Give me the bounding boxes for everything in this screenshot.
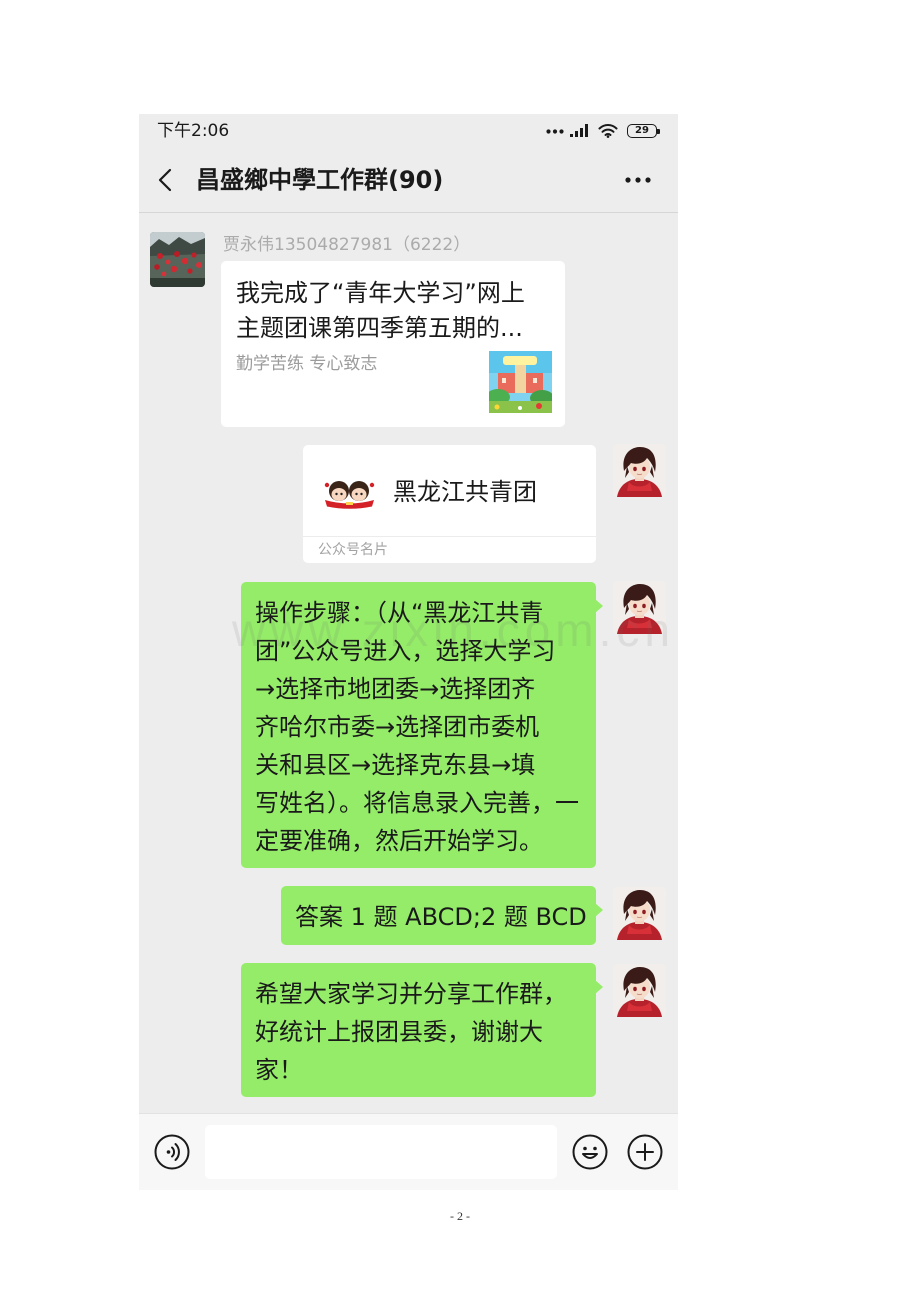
official-account-card[interactable]: 黑龙江共青团 公众号名片 — [303, 445, 596, 563]
message-line: →选择市地团委→选择团齐 — [255, 675, 536, 703]
chat-title: 昌盛鄉中學工作群(90) — [196, 166, 444, 194]
message-bubble[interactable]: 答案 1 题 ABCD;2 题 BCD — [281, 886, 603, 945]
message-composer — [139, 1113, 678, 1190]
status-time: 下午2:06 — [157, 121, 230, 141]
wechat-screenshot: 下午2:06 29 昌盛鄉中學工作群(90) 贾永伟13504827981（62… — [139, 114, 678, 1190]
link-thumbnail — [489, 351, 552, 413]
bubble-tail — [595, 903, 603, 917]
message-input[interactable] — [205, 1125, 557, 1179]
message-line: 操作步骤：（从“黑龙江共青 — [255, 599, 544, 627]
account-name: 黑龙江共青团 — [393, 478, 537, 506]
battery-icon: 29 — [627, 124, 657, 138]
status-bar: 下午2:06 29 — [139, 114, 678, 148]
my-avatar[interactable] — [613, 581, 666, 634]
my-avatar[interactable] — [613, 887, 666, 940]
wifi-icon — [598, 124, 618, 138]
message-line: 定要准确，然后开始学习。 — [255, 827, 543, 855]
sender-avatar[interactable] — [150, 232, 205, 287]
message-line: 写姓名）。将信息录入完善，一 — [255, 789, 579, 817]
link-description: 勤学苦练 专心致志 — [236, 354, 378, 374]
link-title-line: 主题团课第四季第五期的... — [236, 314, 523, 342]
message-line: 团”公众号进入，选择大学习 — [255, 637, 556, 665]
document-page: 下午2:06 29 昌盛鄉中學工作群(90) 贾永伟13504827981（62… — [0, 0, 920, 1302]
my-avatar[interactable] — [613, 444, 666, 497]
page-number: - 2 - — [450, 1209, 470, 1223]
account-logo — [324, 481, 375, 509]
bubble-tail — [595, 980, 603, 994]
message-line: 好统计上报团县委，谢谢大 — [255, 1018, 543, 1046]
plus-icon[interactable] — [627, 1134, 663, 1170]
message-list[interactable]: 贾永伟13504827981（6222） 我完成了“青年大学习”网上 主题团课第… — [139, 213, 678, 1113]
my-avatar[interactable] — [613, 964, 666, 1017]
message-bubble[interactable]: 操作步骤：（从“黑龙江共青 团”公众号进入，选择大学习 →选择市地团委→选择团齐… — [241, 582, 603, 868]
link-title: 我完成了“青年大学习”网上 主题团课第四季第五期的... — [236, 276, 525, 346]
message-line: 希望大家学习并分享工作群， — [255, 980, 567, 1008]
voice-icon[interactable] — [154, 1134, 190, 1170]
card-divider — [303, 536, 596, 537]
chevron-left-icon[interactable] — [158, 168, 172, 192]
link-title-line: 我完成了“青年大学习”网上 — [236, 279, 525, 307]
chat-header: 昌盛鄉中學工作群(90) — [139, 148, 678, 212]
notification-dots-icon — [546, 129, 564, 134]
sender-name: 贾永伟13504827981（6222） — [223, 235, 471, 255]
message-line: 家！ — [255, 1056, 303, 1084]
message-line: 关和县区→选择克东县→填 — [255, 751, 536, 779]
battery-nub — [657, 128, 660, 134]
shared-link-card[interactable]: 我完成了“青年大学习”网上 主题团课第四季第五期的... 勤学苦练 专心致志 — [221, 261, 565, 427]
message-line: 齐哈尔市委→选择团市委机 — [255, 713, 540, 741]
signal-icon — [570, 124, 588, 137]
battery-level: 29 — [635, 125, 649, 136]
message-bubble[interactable]: 希望大家学习并分享工作群， 好统计上报团县委，谢谢大 家！ — [241, 963, 603, 1097]
more-icon[interactable] — [625, 177, 651, 183]
card-type-label: 公众号名片 — [318, 542, 388, 558]
message-line: 答案 1 题 ABCD;2 题 BCD — [295, 903, 587, 931]
emoji-icon[interactable] — [572, 1134, 608, 1170]
bubble-tail — [595, 599, 603, 613]
